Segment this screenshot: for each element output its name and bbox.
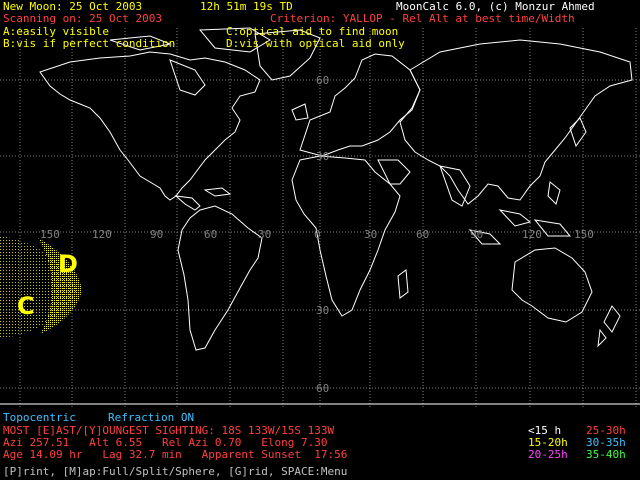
lon-label-60w: 60: [204, 228, 218, 241]
lat-label-30n: 30: [316, 150, 330, 163]
code-b: B:vis if perfect condition: [3, 37, 176, 50]
coast-australia: [511, 247, 593, 323]
mooncalc-screen: 60 30 30 60 150 120 90 60 30 0 30 60 90 …: [0, 0, 640, 480]
code-d: D:vis with optical aid only: [226, 37, 405, 50]
lon-label-150w: 150: [40, 228, 60, 241]
zone-label-d: D: [58, 250, 78, 278]
duration-legend-35-40: 35-40h: [586, 448, 626, 461]
lon-label-120w: 120: [92, 228, 112, 241]
lon-label-120e: 120: [522, 228, 542, 241]
lat-label-60s: 60: [316, 382, 330, 395]
lon-label-90w: 90: [150, 228, 164, 241]
coast-north-america: [39, 51, 261, 201]
lon-label-90e: 90: [470, 228, 484, 241]
criterion: Criterion: YALLOP - Rel Alt at best time…: [270, 12, 575, 25]
age-lag-info: Age 14.09 hr Lag 32.7 min Apparent Sunse…: [3, 448, 348, 461]
lon-label-0: 0: [314, 228, 321, 241]
lon-label-30w: 30: [258, 228, 272, 241]
topocentric-mode: Topocentric: [3, 411, 76, 424]
coast-asia: [399, 39, 633, 205]
lat-label-60n: 60: [316, 74, 330, 87]
lon-label-30e: 30: [364, 228, 378, 241]
lat-label-30s: 30: [316, 304, 330, 317]
zone-label-c: C: [17, 292, 35, 320]
key-menu-hint[interactable]: [P]rint, [M]ap:Full/Split/Sphere, [G]rid…: [3, 466, 347, 478]
lon-label-150e: 150: [574, 228, 594, 241]
coast-south-america: [177, 205, 263, 351]
coast-africa: [291, 155, 401, 317]
lon-label-60e: 60: [416, 228, 430, 241]
duration-legend-20-25: 20-25h: [528, 448, 568, 461]
scanning-date: Scanning on: 25 Oct 2003: [3, 12, 162, 25]
refraction-status: Refraction ON: [108, 411, 195, 424]
coast-europe: [299, 53, 421, 157]
